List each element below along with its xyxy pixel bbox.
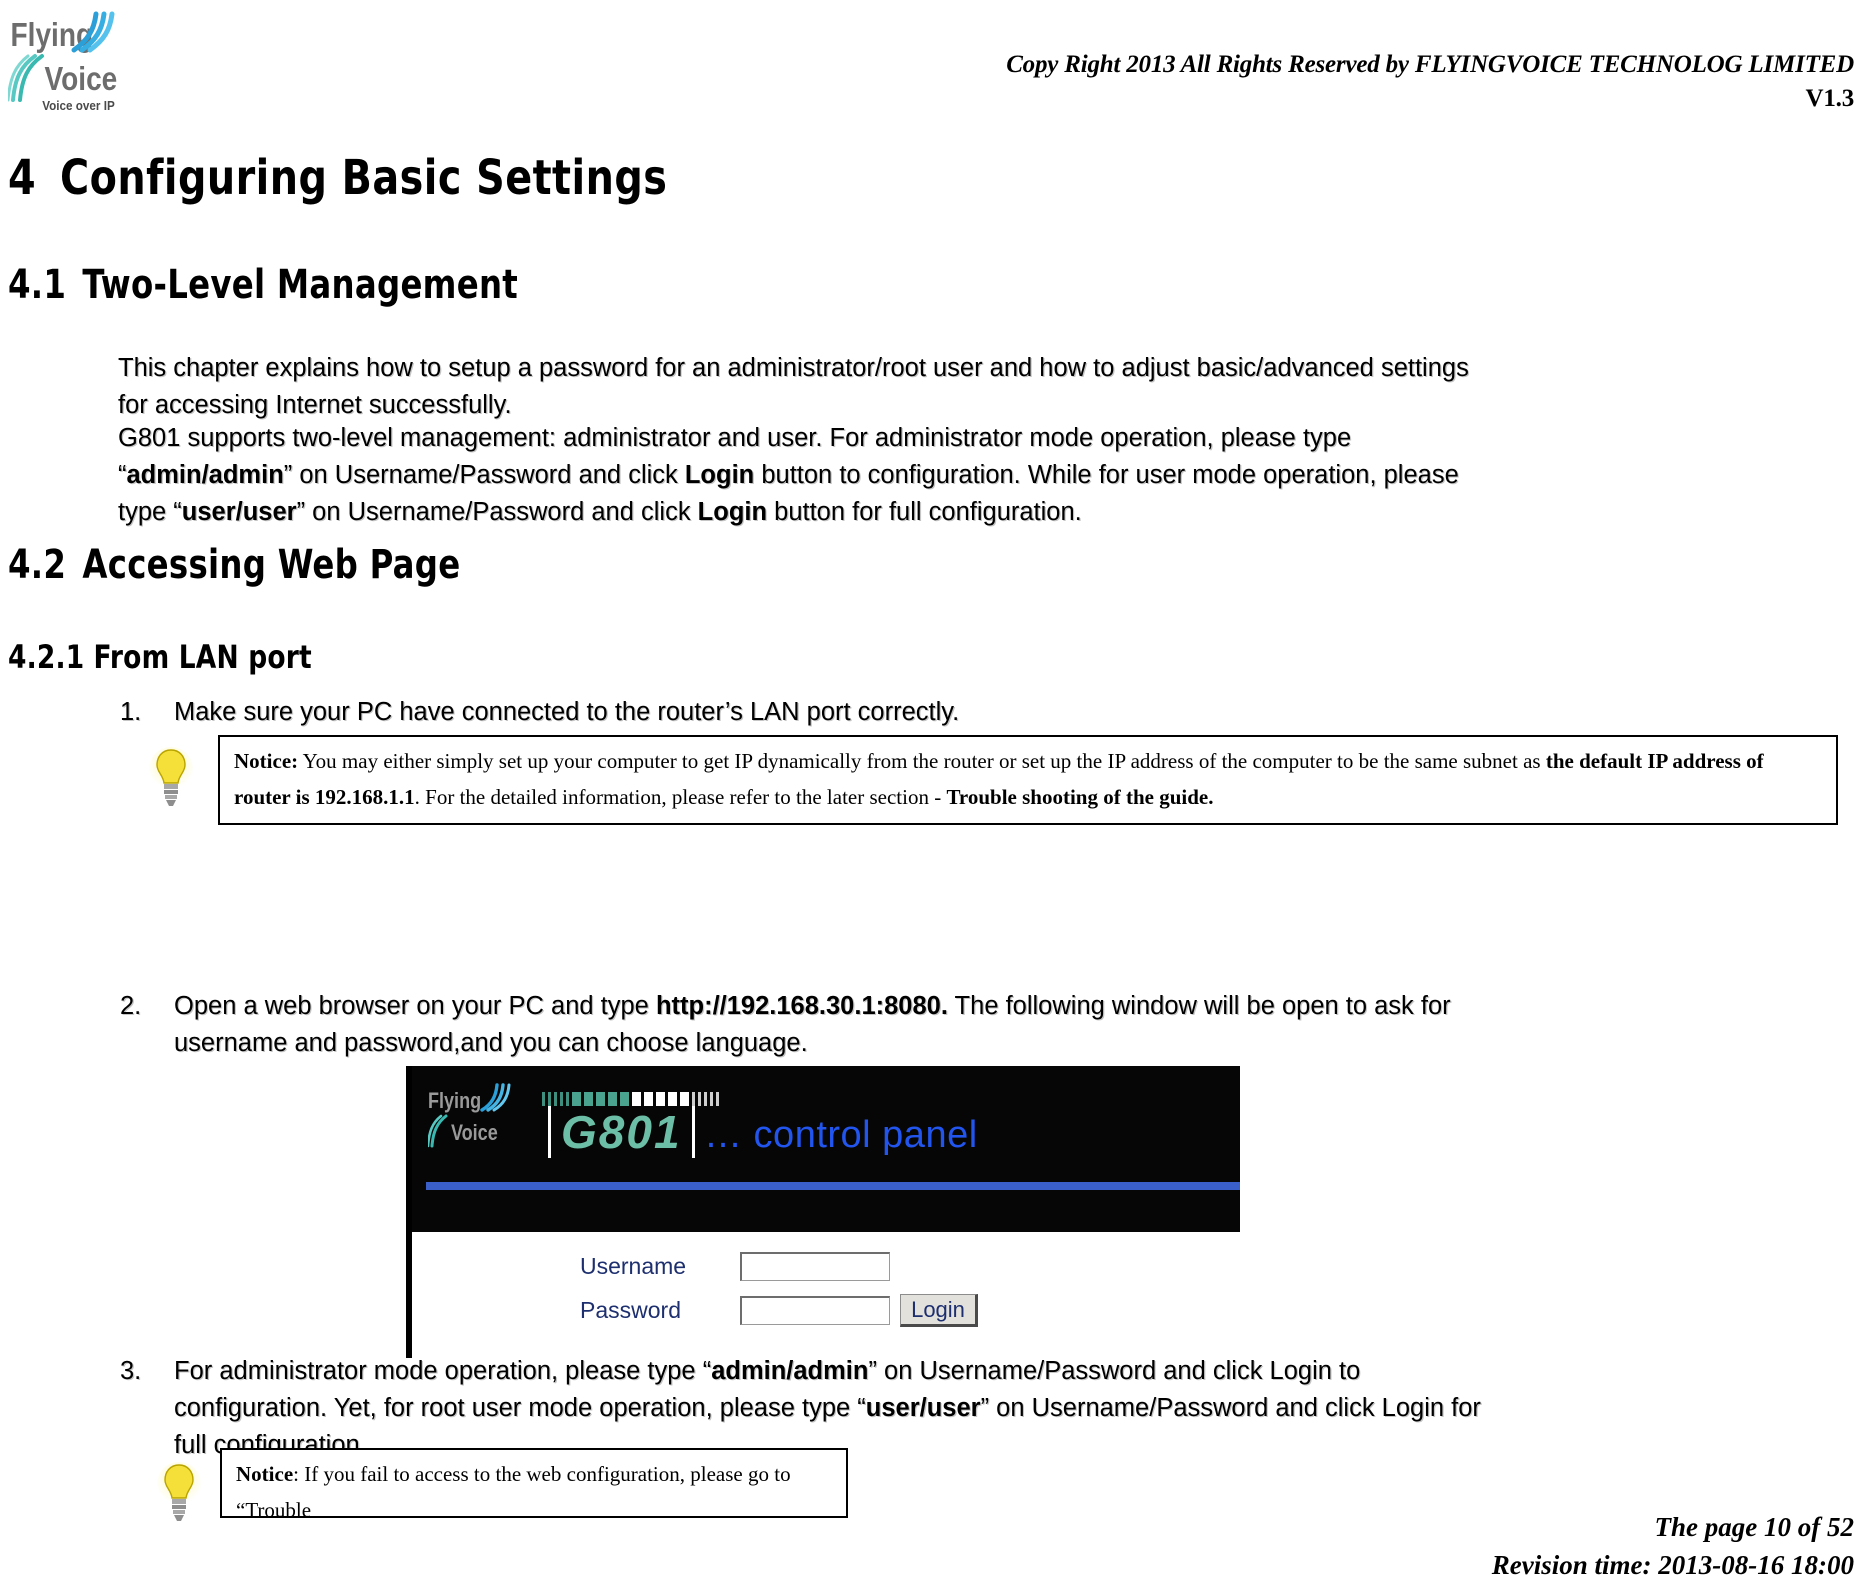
control-panel-tick-strip <box>542 1090 719 1106</box>
intro-paragraph-text: This chapter explains how to setup a pas… <box>118 354 1469 419</box>
password-label: Password <box>580 1297 681 1323</box>
list-item-2: 2. Open a web browser on your PC and typ… <box>120 988 1490 1062</box>
notice-2-label: Notice <box>236 1462 294 1486</box>
notice-1-text-a: You may either simply set up your comput… <box>298 749 1546 773</box>
heading-4-1-number: 4.1 <box>8 262 67 308</box>
two-level-login-bold-1: Login <box>684 461 755 489</box>
header-copyright-block: Copy Right 2013 All Rights Reserved by F… <box>1006 48 1854 116</box>
svg-text:Voice: Voice <box>451 1121 498 1145</box>
notice-block-2: Notice: If you fail to access to the web… <box>148 1448 858 1522</box>
two-level-text-e: button for full configuration. <box>767 498 1082 526</box>
two-level-paragraph: G801 supports two-level management: admi… <box>118 420 1483 531</box>
tick-mark <box>584 1092 593 1106</box>
two-level-login-bold-2: Login <box>697 498 768 526</box>
list-item-3-user-credentials: user/user <box>865 1394 981 1422</box>
notice-box-2: Notice: If you fail to access to the web… <box>220 1448 848 1522</box>
notice-block-1: Notice: You may either simply set up you… <box>148 735 1838 825</box>
list-item-2-text-a: Open a web browser on your PC and type <box>174 992 656 1020</box>
heading-4-2-1: 4.2.1 From LAN port <box>8 638 312 676</box>
login-form: Username Password Login <box>412 1232 1240 1356</box>
two-level-text-d: ” on Username/Password and click <box>296 498 698 526</box>
two-level-admin-credentials: admin/admin <box>126 461 284 489</box>
footer-page-number: The page 10 of 52 <box>1654 1512 1854 1542</box>
heading-4-1-title: Two-Level Management <box>82 262 519 308</box>
tick-mark <box>704 1092 707 1106</box>
list-item-3-text-a: For administrator mode operation, please… <box>174 1357 712 1385</box>
control-panel-banner: Flying Voice G801 … control panel <box>412 1066 1240 1174</box>
tick-mark <box>710 1092 713 1106</box>
svg-text:Voice over IP: Voice over IP <box>42 98 115 113</box>
heading-4-number: 4 <box>8 150 37 206</box>
tick-mark <box>692 1092 695 1106</box>
tick-mark <box>596 1092 605 1106</box>
notice-1-troubleshooting-ref: Trouble shooting of the guide. <box>946 785 1214 809</box>
two-level-user-credentials: user/user <box>181 498 297 526</box>
heading-4-title: Configuring Basic Settings <box>60 150 668 206</box>
tick-mark <box>668 1092 677 1106</box>
list-item-2-text: Open a web browser on your PC and type h… <box>174 988 1490 1062</box>
heading-4-2-1-title: From LAN port <box>93 638 312 676</box>
username-row: Username <box>580 1252 890 1281</box>
control-panel-divider-area <box>412 1174 1240 1232</box>
heading-4-2-title: Accessing Web Page <box>82 542 461 588</box>
tick-mark <box>698 1092 701 1106</box>
control-panel-blue-rule <box>426 1182 1240 1190</box>
login-button[interactable]: Login <box>900 1294 978 1327</box>
list-item-3-marker: 3. <box>120 1357 142 1385</box>
two-level-text-b: ” on Username/Password and click <box>283 461 685 489</box>
page-header: Flying Voice Voice over IP Copy Right 20… <box>0 0 1872 145</box>
page-footer: The page 10 of 52 Revision time: 2013-08… <box>1492 1508 1854 1584</box>
tick-mark <box>620 1092 629 1106</box>
lightbulb-icon <box>148 745 194 811</box>
copyright-text: Copy Right 2013 All Rights Reserved by F… <box>1006 51 1854 78</box>
list-item-1-marker: 1. <box>120 698 142 726</box>
heading-4-2-number: 4.2 <box>8 542 67 588</box>
notice-2-text: : If you fail to access to the web confi… <box>236 1462 791 1522</box>
tick-mark <box>548 1092 551 1106</box>
tick-mark <box>560 1092 563 1106</box>
lightbulb-icon <box>156 1460 202 1526</box>
svg-text:Voice: Voice <box>45 61 118 98</box>
flyingvoice-logo: Flying Voice Voice over IP <box>6 8 123 116</box>
notice-box-1: Notice: You may either simply set up you… <box>218 735 1838 825</box>
control-panel-screenshot: Flying Voice G801 … control panel Userna… <box>406 1066 1240 1358</box>
list-item-1: 1. Make sure your PC have connected to t… <box>120 694 1480 731</box>
tick-mark <box>566 1092 569 1106</box>
list-item-1-text: Make sure your PC have connected to the … <box>174 698 960 726</box>
router-url: http://192.168.30.1:8080. <box>655 992 948 1020</box>
list-item-3-admin-credentials: admin/admin <box>711 1357 869 1385</box>
password-input[interactable] <box>740 1296 890 1325</box>
notice-1-label: Notice: <box>234 749 299 773</box>
tick-mark <box>656 1092 665 1106</box>
tick-mark <box>608 1092 617 1106</box>
username-input[interactable] <box>740 1252 890 1281</box>
control-panel-model-label: G801 <box>548 1106 695 1158</box>
tick-mark <box>632 1092 641 1106</box>
tick-mark <box>680 1092 689 1106</box>
tick-mark <box>542 1092 545 1106</box>
svg-text:Flying: Flying <box>428 1089 481 1113</box>
tick-mark <box>572 1092 581 1106</box>
heading-4-2-1-number: 4.2.1 <box>8 638 85 676</box>
heading-4-1: 4.1 Two-Level Management <box>8 262 518 308</box>
notice-1-text-b: . For the detailed information, please r… <box>414 785 947 809</box>
username-label: Username <box>580 1253 687 1279</box>
intro-paragraph: This chapter explains how to setup a pas… <box>118 350 1483 424</box>
tick-mark <box>716 1092 719 1106</box>
list-item-2-marker: 2. <box>120 992 142 1020</box>
version-text: V1.3 <box>1805 85 1854 112</box>
page-title-heading-4: 4 Configuring Basic Settings <box>8 150 667 206</box>
password-row: Password Login <box>580 1294 978 1327</box>
control-panel-title: … control panel <box>704 1114 978 1156</box>
control-panel-logo: Flying Voice <box>426 1082 524 1154</box>
footer-revision-time: Revision time: 2013-08-16 18:00 <box>1491 1550 1854 1580</box>
tick-mark <box>554 1092 557 1106</box>
heading-4-2: 4.2 Accessing Web Page <box>8 542 461 588</box>
tick-mark <box>644 1092 653 1106</box>
